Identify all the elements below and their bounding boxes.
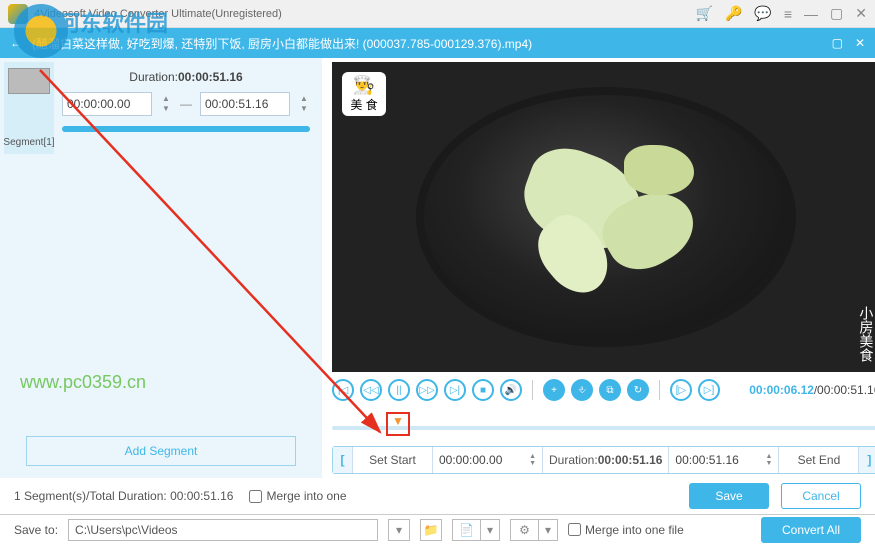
timeline[interactable] — [332, 412, 875, 438]
rewind-button[interactable]: ◁◁ — [360, 379, 382, 401]
set-start-button[interactable]: Set Start — [353, 447, 433, 473]
mark-in-button[interactable]: [▷ — [670, 379, 692, 401]
key-icon[interactable]: 🔑 — [725, 5, 742, 22]
maximize-icon[interactable]: ▢ — [830, 5, 843, 22]
video-caption: 小房美食 — [854, 306, 874, 362]
bottom-bar: Save to: C:\Users\pc\Videos ▾ 📁 📄 ▾ ⚙ ▾ … — [0, 514, 875, 544]
cancel-button[interactable]: Cancel — [781, 483, 861, 509]
open-folder-icon[interactable]: 📁 — [420, 519, 442, 541]
save-to-label: Save to: — [14, 523, 58, 537]
back-icon[interactable]: ← — [10, 36, 22, 50]
segment-panel: Segment[1] Duration:00:00:51.16 00:00:00… — [0, 58, 322, 478]
segment-slider[interactable] — [62, 126, 310, 132]
end-down-icon[interactable]: ▼ — [298, 104, 310, 114]
save-path-input[interactable]: C:\Users\pc\Videos — [68, 519, 378, 541]
trim-end-down-icon[interactable]: ▼ — [765, 460, 772, 467]
split-button[interactable]: ⎀ — [571, 379, 593, 401]
playback-controls: |◁ ◁◁ || ▷▷ ▷| ■ 🔊 + ⎀ ⧉ ↻ [▷ ▷] 00:00:0… — [332, 372, 875, 408]
close-icon[interactable]: ✕ — [855, 5, 867, 22]
trim-end-input[interactable]: 00:00:51.16 ▲▼ — [669, 447, 779, 473]
app-title: 4Videosoft Video Converter Ultimate(Unre… — [34, 8, 696, 20]
segment-tab[interactable]: Segment[1] — [4, 62, 54, 154]
window-maximize-icon[interactable]: ▢ — [832, 36, 843, 50]
video-preview: 美 食 小房美食 — [332, 62, 875, 372]
trim-start-down-icon[interactable]: ▼ — [529, 460, 536, 467]
bracket-start-button[interactable]: [ — [333, 447, 353, 473]
set-end-button[interactable]: Set End — [779, 447, 859, 473]
playback-time: 00:00:06.12/00:00:51.16 — [749, 383, 875, 397]
segment-thumbnail — [8, 68, 50, 94]
app-logo-icon — [8, 4, 28, 24]
menu-icon[interactable]: ≡ — [784, 6, 792, 22]
reset-button[interactable]: ↻ — [627, 379, 649, 401]
titlebar: 4Videosoft Video Converter Ultimate(Unre… — [0, 0, 875, 28]
bracket-end-button[interactable]: ] — [859, 447, 875, 473]
trim-duration: Duration:00:00:51.16 — [543, 447, 669, 473]
prev-frame-button[interactable]: |◁ — [332, 379, 354, 401]
end-up-icon[interactable]: ▲ — [298, 94, 310, 104]
segment-label: Segment[1] — [3, 137, 54, 148]
convert-all-button[interactable]: Convert All — [761, 517, 861, 543]
chef-logo-icon: 美 食 — [342, 72, 386, 116]
trim-start-up-icon[interactable]: ▲ — [529, 453, 536, 460]
trim-start-input[interactable]: 00:00:00.00 ▲▼ — [433, 447, 543, 473]
save-button[interactable]: Save — [689, 483, 769, 509]
add-button[interactable]: + — [543, 379, 565, 401]
annotation-highlight — [386, 412, 410, 436]
next-frame-button[interactable]: ▷| — [444, 379, 466, 401]
segment-start-input[interactable]: 00:00:00.00 — [62, 92, 152, 116]
start-down-icon[interactable]: ▼ — [160, 104, 172, 114]
path-dropdown-icon[interactable]: ▾ — [388, 519, 410, 541]
copy-button[interactable]: ⧉ — [599, 379, 621, 401]
segment-duration: Duration:00:00:51.16 — [62, 70, 310, 84]
cart-icon[interactable]: 🛒 — [696, 5, 713, 22]
trim-end-up-icon[interactable]: ▲ — [765, 453, 772, 460]
stop-button[interactable]: ■ — [472, 379, 494, 401]
segment-end-input[interactable]: 00:00:51.16 — [200, 92, 290, 116]
mark-out-button[interactable]: ▷] — [698, 379, 720, 401]
file-name: (醋溜白菜这样做, 好吃到爆, 还特别下饭, 厨房小白都能做出来! (00003… — [32, 35, 832, 52]
add-segment-button[interactable]: Add Segment — [26, 436, 296, 466]
trim-row: [ Set Start 00:00:00.00 ▲▼ Duration:00:0… — [332, 446, 875, 474]
volume-button[interactable]: 🔊 — [500, 379, 522, 401]
footer: 1 Segment(s)/Total Duration: 00:00:51.16… — [0, 478, 875, 514]
file-bar: ← (醋溜白菜这样做, 好吃到爆, 还特别下饭, 厨房小白都能做出来! (000… — [0, 28, 875, 58]
feedback-icon[interactable]: 💬 — [754, 5, 771, 22]
segment-summary: 1 Segment(s)/Total Duration: 00:00:51.16 — [14, 489, 233, 503]
window-close-icon[interactable]: ✕ — [855, 36, 865, 50]
minimize-icon[interactable]: — — [804, 6, 818, 22]
start-up-icon[interactable]: ▲ — [160, 94, 172, 104]
merge-file-checkbox[interactable]: Merge into one file — [568, 523, 684, 537]
merge-checkbox[interactable]: Merge into one — [249, 489, 346, 503]
fastforward-button[interactable]: ▷▷ — [416, 379, 438, 401]
pause-button[interactable]: || — [388, 379, 410, 401]
